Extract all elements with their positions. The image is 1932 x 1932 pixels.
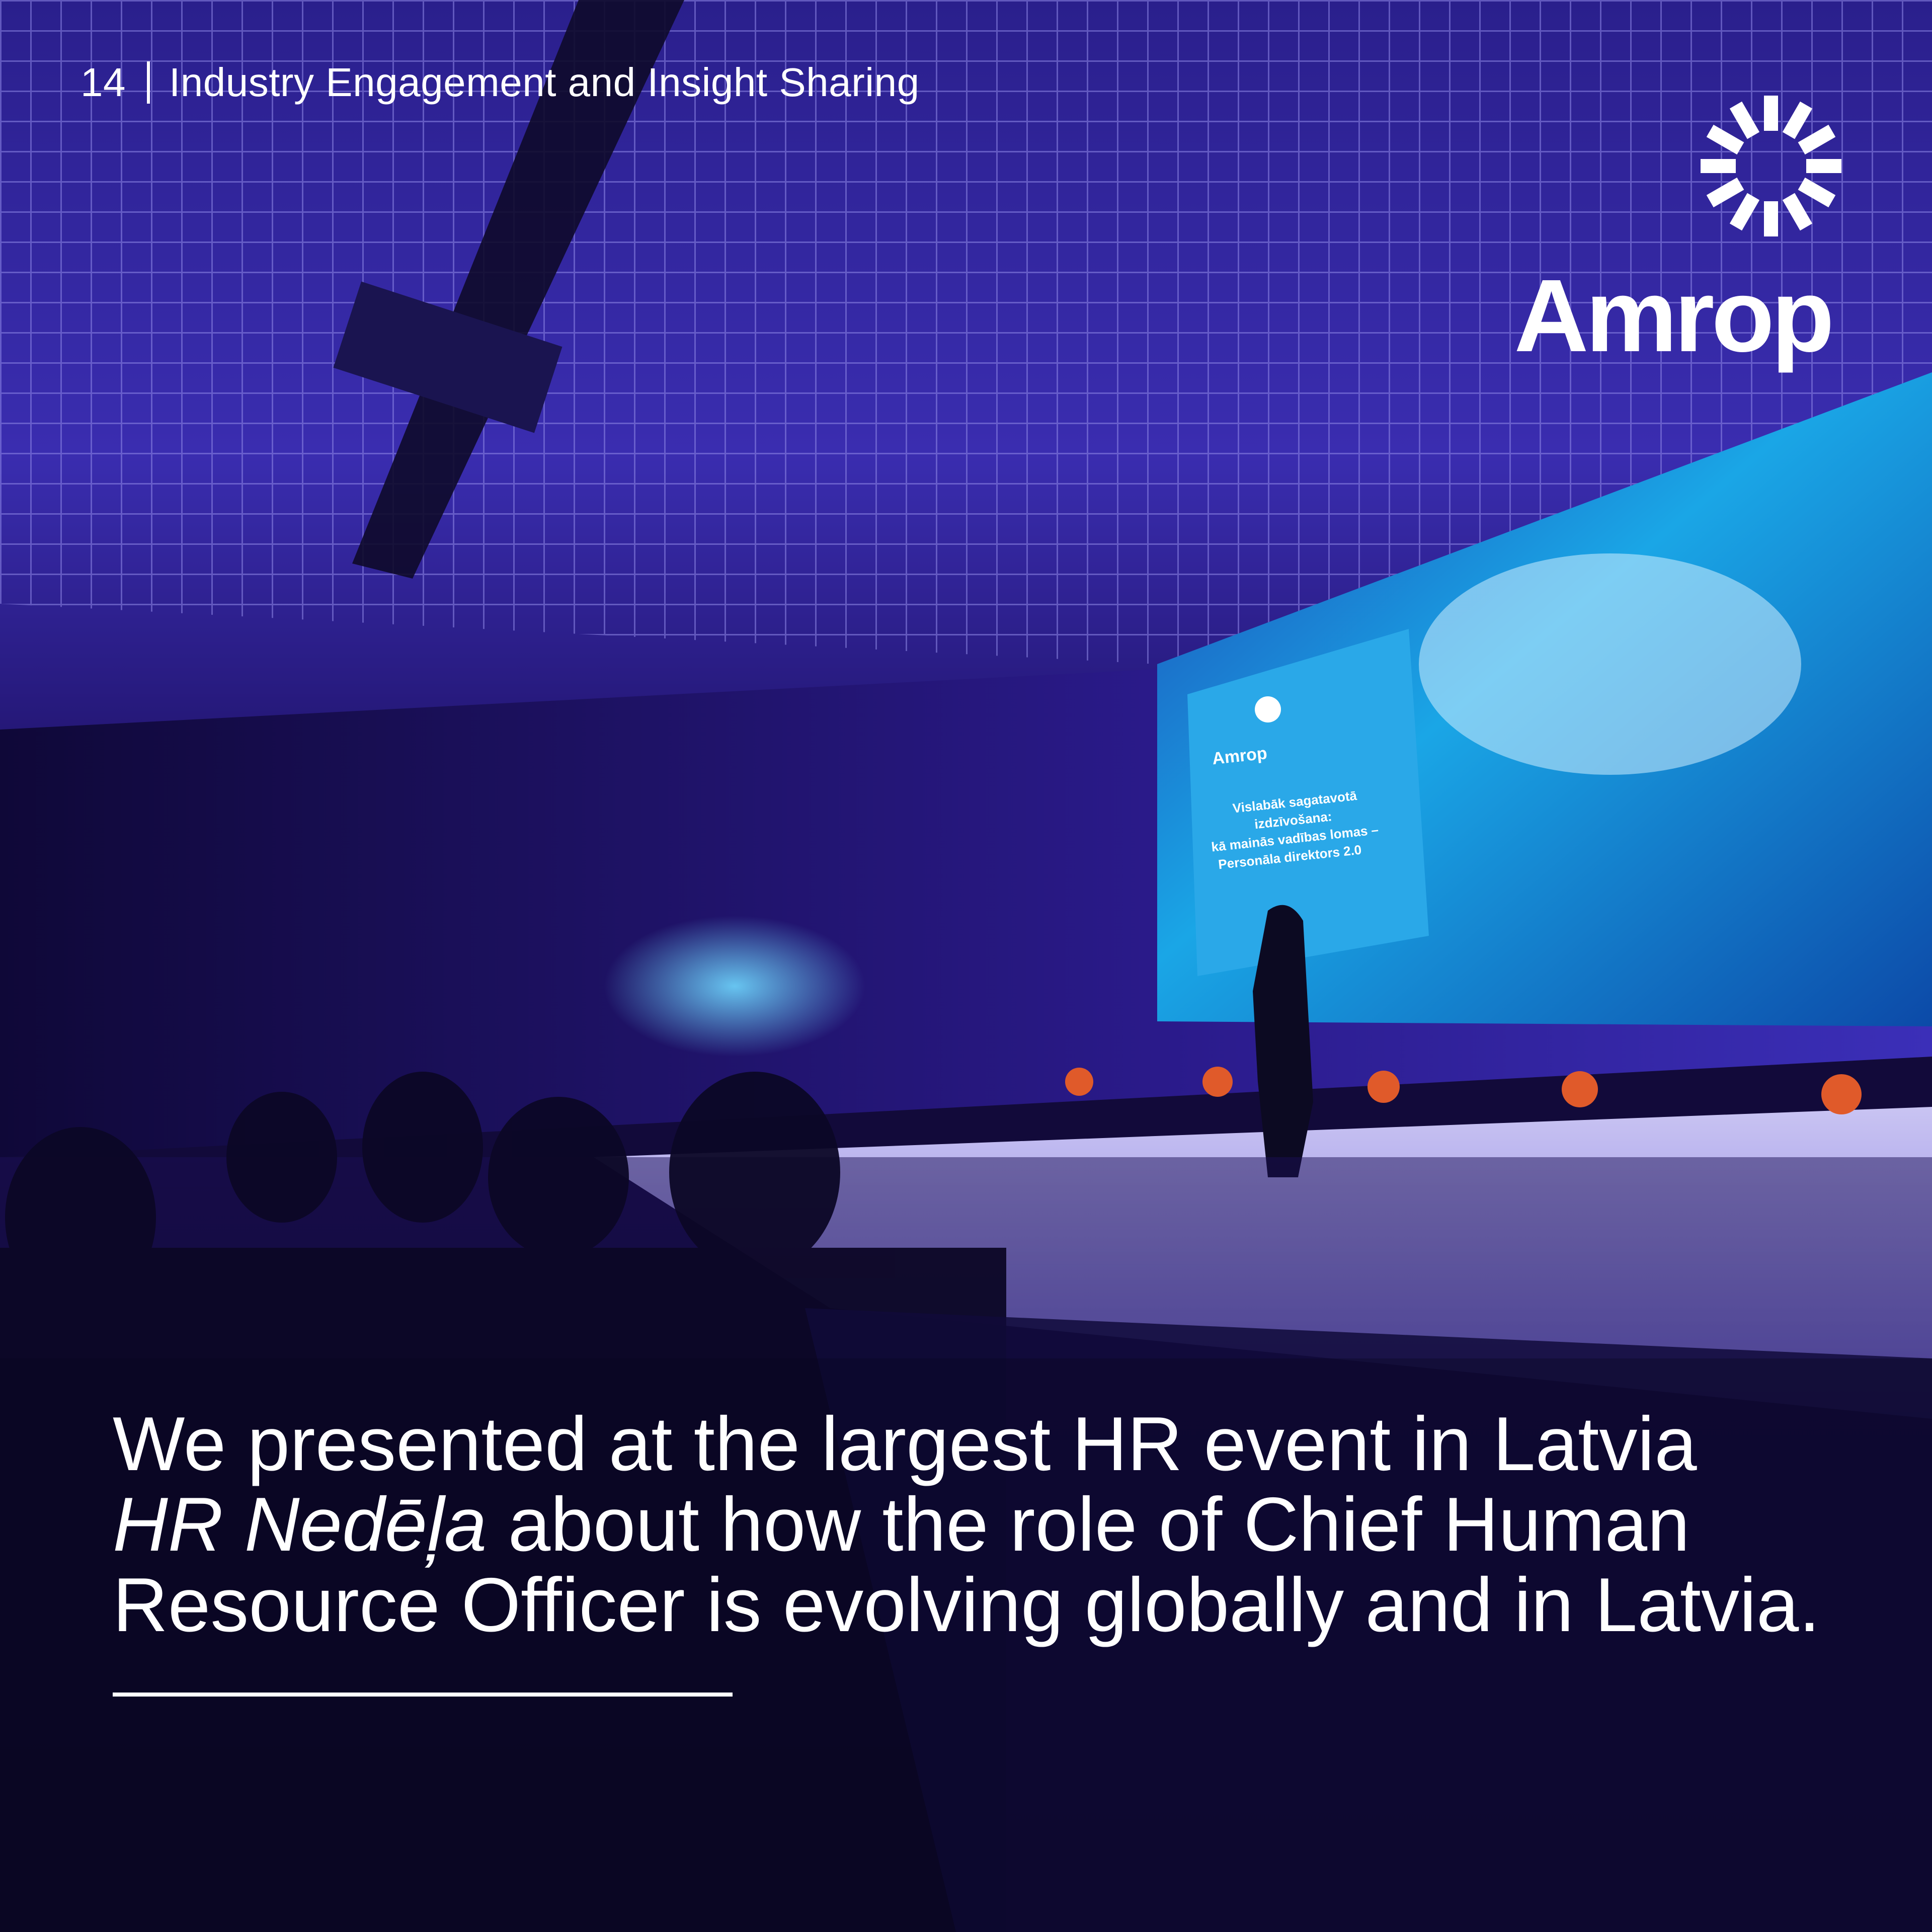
page-number: 14 xyxy=(80,60,126,105)
event-name: HR Nedēļa xyxy=(113,1482,487,1567)
page-header: 14 Industry Engagement and Insight Shari… xyxy=(80,59,920,106)
header-separator xyxy=(146,61,150,104)
page: 14 Industry Engagement and Insight Shari… xyxy=(0,0,1932,1932)
caption-part1: We presented at the largest HR event in … xyxy=(113,1401,1697,1487)
caption-underline xyxy=(113,1693,733,1697)
caption-text: We presented at the largest HR event in … xyxy=(113,1404,1823,1645)
amrop-wordmark: Amrop xyxy=(1514,258,1834,373)
section-title: Industry Engagement and Insight Sharing xyxy=(169,60,920,105)
amrop-sunburst-icon xyxy=(1701,96,1841,236)
